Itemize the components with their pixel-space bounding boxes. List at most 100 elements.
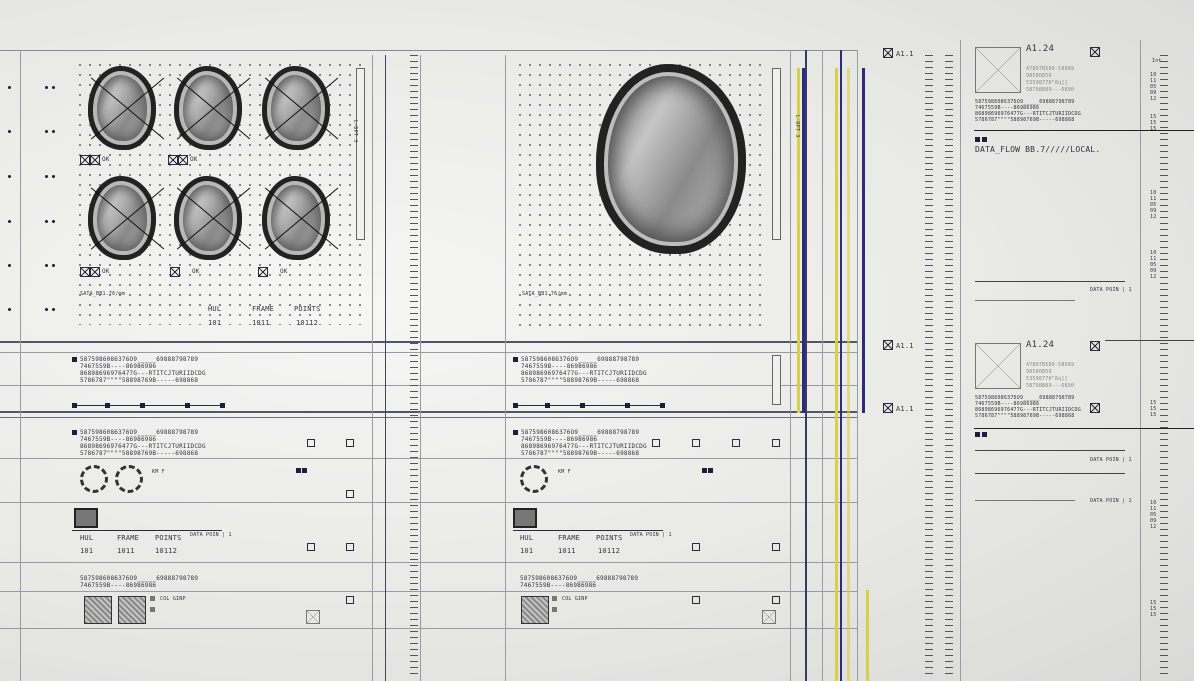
card-line: 47897B589-58989 — [1026, 362, 1075, 368]
card-close[interactable] — [1090, 403, 1100, 413]
stat-label-hul: HUL — [520, 534, 534, 542]
scan-thumbnail[interactable] — [174, 66, 251, 150]
scan-thumbnail[interactable] — [88, 176, 165, 260]
gauge-dial[interactable] — [115, 465, 143, 493]
select-checkbox[interactable] — [178, 155, 188, 165]
data-label: SATA_BB1.76/mm — [80, 291, 125, 297]
data-flow-label: DATA_FLOW BB.7/////LOCAL. — [975, 145, 1101, 154]
tag-checkbox[interactable] — [883, 48, 893, 58]
tag-checkbox[interactable] — [883, 340, 893, 350]
column-number: 15 — [1150, 612, 1157, 618]
center-data-label: SATA_BB1.76/mm — [522, 291, 567, 297]
stat-label-points: POINTS — [155, 534, 182, 542]
ok-label: OK — [192, 268, 200, 275]
preview-tile[interactable] — [118, 596, 146, 624]
column-number: 12 — [1150, 524, 1157, 530]
column-number: 15 — [1150, 126, 1157, 132]
stat-value-points: 10112 — [155, 547, 178, 555]
data-block-line: 5786787""""58898769B-----698868 — [80, 377, 199, 384]
data-block-line: 7467559B----86986986 — [520, 582, 597, 589]
select-checkbox[interactable] — [80, 155, 90, 165]
center-scroll-label: L-DPT 3 — [794, 115, 800, 138]
stat-value-hul: 101 — [208, 319, 222, 327]
stat-value-frame: 1011 — [117, 547, 135, 555]
data-block-line: 5875986086376O9_____69888798789 — [521, 429, 640, 436]
stat-label-points: POINTS — [294, 305, 321, 313]
data-block-line: 5786787""""58898769B-----698868 — [521, 377, 640, 384]
tag-checkbox[interactable] — [883, 403, 893, 413]
stat-label-frame: FRAME — [117, 534, 140, 542]
card-line: 53598770"8q]] — [1026, 376, 1068, 382]
data-block-line: 5875986086376O9_____69888798789 — [521, 356, 640, 363]
card-placeholder-image — [975, 47, 1021, 93]
tag-label: A1.1 — [896, 342, 914, 350]
select-checkbox[interactable] — [258, 267, 268, 277]
data-block-line: 5875986086376O9_____69888798789 — [80, 429, 199, 436]
scan-thumbnail[interactable] — [262, 176, 339, 260]
card-line: 53598770"8q]] — [1026, 80, 1068, 86]
stat-label-hul: HUL — [208, 305, 222, 313]
select-checkbox[interactable] — [90, 267, 100, 277]
data-block-line: 86898696976477G---RTITCJTURIIDCDG — [80, 370, 206, 377]
column-number: 12 — [1150, 214, 1157, 220]
scan-thumbnail[interactable] — [174, 176, 251, 260]
col-label: COL GINP — [562, 596, 588, 602]
scan-thumbnail[interactable] — [262, 66, 339, 150]
preview-tile[interactable] — [84, 596, 112, 624]
gauge-label: KM F — [558, 469, 571, 475]
stat-value-frame: 1011 — [252, 319, 270, 327]
select-checkbox[interactable] — [80, 267, 90, 277]
card-title: A1.24 — [1026, 340, 1055, 350]
stat-value-points: 10112 — [598, 547, 621, 555]
card-title: A1.24 — [1026, 44, 1055, 54]
stat-value-points: 10112 — [296, 319, 319, 327]
card-line: 58798B89---6890 — [1026, 383, 1075, 389]
column-number: 12 — [1150, 96, 1157, 102]
stat-label-frame: FRAME — [558, 534, 581, 542]
preview-tile[interactable] — [521, 596, 549, 624]
card-line: 47897B589-58989 — [1026, 66, 1075, 72]
thumbnail-scrollbar[interactable] — [356, 68, 365, 240]
column-number: 15 — [1150, 412, 1157, 418]
card-close[interactable] — [1090, 341, 1100, 351]
card-placeholder-image — [975, 343, 1021, 389]
card-line: 98586B59 — [1026, 73, 1052, 79]
data-block-line: 5786787""""58898769B-----698868 — [80, 450, 199, 457]
card-line: 98586B59 — [1026, 369, 1052, 375]
data-block-line: 7467559B----86986986 — [80, 363, 157, 370]
stat-value-hul: 101 — [80, 547, 94, 555]
frame-button[interactable] — [513, 508, 537, 528]
scroll-label: L-DPT 3 — [352, 120, 358, 143]
select-checkbox[interactable] — [170, 267, 180, 277]
data-point-label: DATA POIN | 1 — [190, 532, 232, 538]
data-block-line: 5875986086376O9_____69888798789 — [80, 356, 199, 363]
gauge-label: KM F — [152, 469, 165, 475]
data-point-label: DATA POIN | 1 — [1090, 498, 1132, 504]
stat-value-frame: 1011 — [558, 547, 576, 555]
tag-label: A1.1 — [896, 50, 914, 58]
select-checkbox[interactable] — [168, 155, 178, 165]
tag-label: A1.1 — [896, 405, 914, 413]
data-block-line: 7467559B----86986986 — [521, 436, 598, 443]
data-block-line: 7467559B----86986986 — [80, 582, 157, 589]
frame-button[interactable] — [74, 508, 98, 528]
stat-label-points: POINTS — [596, 534, 623, 542]
scan-thumbnail[interactable] — [88, 66, 165, 150]
stat-value-hul: 101 — [520, 547, 534, 555]
ok-label: OK — [102, 268, 110, 275]
data-block-line: 5786787""""58898769B-----698868 — [521, 450, 640, 457]
ok-label: OK — [190, 156, 198, 163]
main-brain-scan[interactable] — [596, 64, 746, 254]
data-block-line: 7467559B----86986986 — [521, 363, 598, 370]
ok-label: OK — [280, 268, 288, 275]
ok-label: OK — [102, 156, 110, 163]
gauge-dial[interactable] — [80, 465, 108, 493]
stat-label-hul: HUL — [80, 534, 94, 542]
card-block-line: 5786787""""58898769B-----698868 — [975, 413, 1075, 419]
card-close[interactable] — [1090, 47, 1100, 57]
data-block-line: 86898696976477G---RTITCJTURIIDCDG — [521, 443, 647, 450]
select-checkbox[interactable] — [90, 155, 100, 165]
gauge-dial[interactable] — [520, 465, 548, 493]
card-line: 58798B89---6890 — [1026, 87, 1075, 93]
data-point-label: DATA POIN | 1 — [1090, 287, 1132, 293]
